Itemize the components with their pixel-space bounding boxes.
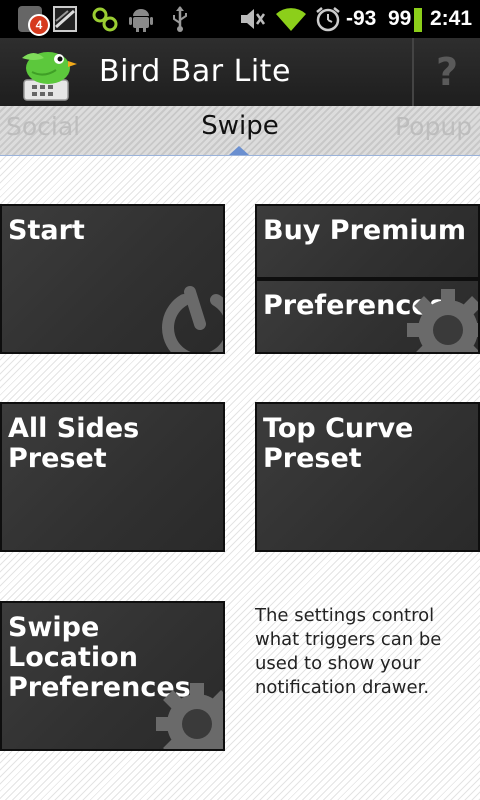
power-icon [162,286,223,352]
alarm-icon [316,7,340,32]
start-tile[interactable]: Start [0,204,225,354]
bird-bar-logo-icon [22,52,77,101]
top-curve-preset-label: Top Curve Preset [263,413,414,474]
start-label: Start [8,215,85,246]
signal-strength: -93 [346,7,377,30]
top-curve-preset-tile[interactable]: Top Curve Preset [255,402,480,552]
wifi-icon [276,8,306,31]
status-bar: 4 -93 99 2:41 [0,0,480,38]
app-title: Bird Bar Lite [99,54,291,89]
all-sides-preset-tile[interactable]: All Sides Preset [0,402,225,552]
swipe-location-preferences-tile[interactable]: Swipe Location Preferences [0,601,225,751]
battery-bars-icon [53,6,77,32]
clock: 2:41 [430,7,473,30]
android-icon [129,9,153,32]
help-icon: ? [435,50,459,94]
battery-level: 99 [388,7,412,30]
usb-icon [173,6,187,32]
gear-icon [156,683,223,749]
action-bar: Bird Bar Lite ? [0,38,480,106]
buy-premium-tile[interactable]: Buy Premium [255,204,480,279]
battery-icon [414,8,422,32]
active-tab-indicator [229,146,249,155]
all-sides-preset-label: All Sides Preset [8,413,140,474]
link-icon [92,7,118,32]
settings-description: The settings control what triggers can b… [255,605,442,698]
tab-popup[interactable]: Popup [395,112,472,141]
mute-icon [241,9,266,29]
gear-icon [407,289,478,352]
notification-app-icon: 4 [14,4,50,36]
notification-count-badge: 4 [28,14,50,36]
buy-premium-label: Buy Premium [263,215,466,246]
help-button[interactable]: ? [414,38,480,106]
preferences-tile[interactable]: Preferences [255,279,480,354]
